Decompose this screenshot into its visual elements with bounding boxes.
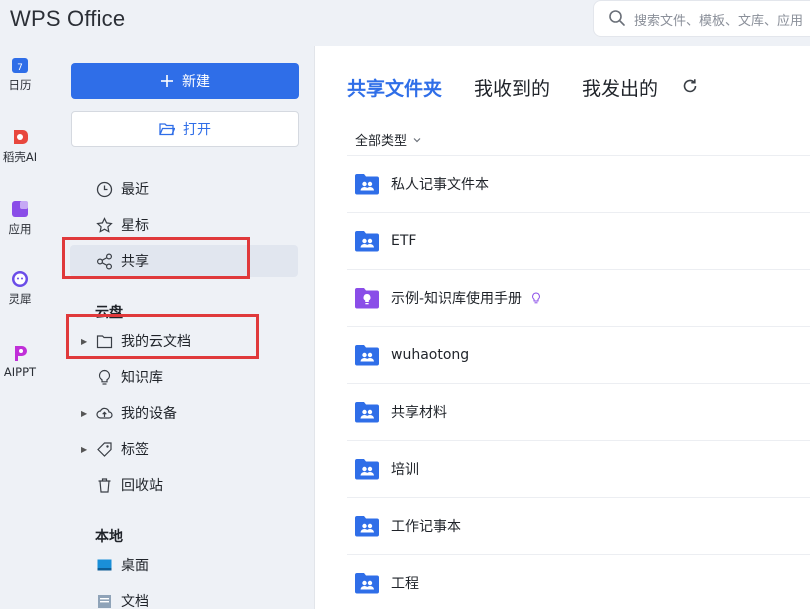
file-name: 私人记事文件本 — [391, 177, 489, 193]
new-button-label: 新建 — [182, 74, 210, 90]
nav-item-recent[interactable]: 最近 — [70, 173, 298, 205]
nav-item-label: 桌面 — [121, 558, 149, 574]
svg-text:7: 7 — [17, 63, 23, 73]
shared-folder-icon — [355, 459, 379, 480]
expand-arrow-icon[interactable]: ▶ — [81, 445, 93, 454]
calendar-icon: 7 — [12, 58, 28, 73]
nav-item-desktop[interactable]: 桌面 — [70, 549, 298, 581]
clock-icon — [96, 181, 113, 197]
new-button[interactable]: 新建 — [71, 63, 299, 99]
nav-item-label: 星标 — [121, 218, 149, 234]
docer-ai-icon — [14, 130, 28, 144]
type-filter-dropdown[interactable]: 全部类型 — [355, 130, 422, 149]
expand-arrow-icon[interactable]: ▶ — [81, 409, 93, 418]
knowledge-icon — [98, 369, 111, 385]
file-row[interactable]: 示例-知识库使用手册 — [347, 270, 810, 327]
type-filter-label: 全部类型 — [355, 134, 408, 149]
rail-label: AIPPT — [3, 365, 37, 379]
rail-label: 日历 — [8, 78, 32, 92]
nav-item-label: 最近 — [121, 182, 149, 198]
file-row[interactable]: ETF — [347, 213, 810, 270]
rail-label: 应用 — [8, 222, 32, 236]
rail-label: 灵犀 — [8, 292, 32, 306]
file-name: 培训 — [391, 462, 419, 478]
file-row[interactable]: 共享材料 — [347, 384, 810, 441]
lingxi-icon — [12, 271, 28, 287]
shared-folder-icon — [355, 516, 379, 537]
nav-item-label: 我的设备 — [121, 406, 177, 422]
file-row[interactable]: 培训 — [347, 441, 810, 498]
nav-item-my-devices[interactable]: ▶ 我的设备 — [70, 397, 298, 429]
nav-item-label: 文档 — [121, 594, 149, 609]
nav-item-documents[interactable]: 文档 — [70, 585, 298, 609]
shared-folder-icon — [355, 573, 379, 594]
shared-folder-icon — [355, 345, 379, 366]
document-icon — [98, 594, 111, 608]
nav-item-tags[interactable]: ▶ 标签 — [70, 433, 298, 465]
search-box[interactable]: 搜索文件、模板、文库、应用 — [593, 0, 810, 37]
tab-received[interactable]: 我收到的 — [474, 74, 550, 101]
rail-label: 稻壳AI — [2, 150, 38, 164]
search-icon — [609, 10, 625, 26]
knowledge-folder-icon — [355, 288, 379, 309]
nav-item-label: 标签 — [121, 442, 149, 458]
nav-item-label: 知识库 — [121, 370, 163, 386]
tab-bar: 共享文件夹 我收到的 我发出的 — [347, 74, 658, 101]
nav-item-knowledge[interactable]: 知识库 — [70, 361, 298, 393]
app-title: WPS Office — [10, 6, 126, 31]
file-name: 示例-知识库使用手册 — [391, 291, 523, 307]
knowledge-badge-icon — [532, 292, 540, 304]
file-row[interactable]: 私人记事文件本 — [347, 156, 810, 213]
app-rail: 7 日历 稻壳AI 应用 灵犀 AIPPT — [0, 46, 40, 609]
file-row[interactable]: 工程 — [347, 555, 810, 609]
chevron-down-icon — [413, 137, 421, 142]
nav-item-trash[interactable]: 回收站 — [70, 469, 298, 501]
tab-sent[interactable]: 我发出的 — [582, 74, 658, 101]
refresh-icon[interactable] — [681, 77, 699, 95]
tab-shared-folders[interactable]: 共享文件夹 — [347, 74, 442, 101]
plus-icon — [161, 75, 173, 87]
section-title-local: 本地 — [95, 529, 123, 545]
shared-folder-icon — [355, 174, 379, 195]
highlight-shared — [62, 237, 250, 279]
file-name: ETF — [391, 233, 417, 249]
file-name: 共享材料 — [391, 405, 447, 421]
file-row[interactable]: 工作记事本 — [347, 498, 810, 555]
file-row[interactable]: wuhaotong — [347, 327, 810, 384]
top-bar: WPS Office 搜索文件、模板、文库、应用 — [0, 0, 810, 46]
tag-icon — [97, 441, 112, 457]
folder-open-icon — [159, 123, 175, 136]
rail-item-aippt[interactable]: AIPPT — [0, 344, 40, 379]
nav-item-label: 回收站 — [121, 478, 163, 494]
search-input[interactable]: 搜索文件、模板、文库、应用 — [634, 10, 803, 29]
rail-item-calendar[interactable]: 7 日历 — [0, 56, 40, 93]
desktop-icon — [97, 559, 112, 570]
shared-folder-icon — [355, 402, 379, 423]
file-name: 工作记事本 — [391, 519, 461, 535]
rail-item-docer-ai[interactable]: 稻壳AI — [0, 128, 40, 165]
open-button-label: 打开 — [183, 122, 211, 138]
main-content: 共享文件夹 我收到的 我发出的 全部类型 私人记事文件本 ETF 示例-知识库使… — [315, 46, 810, 609]
rail-item-apps[interactable]: 应用 — [0, 200, 40, 237]
cloud-upload-icon — [96, 407, 113, 419]
file-name: 工程 — [391, 576, 419, 592]
shared-folder-icon — [355, 231, 379, 252]
trash-icon — [98, 477, 111, 493]
rail-item-lingxi[interactable]: 灵犀 — [0, 270, 40, 307]
aippt-icon — [15, 346, 27, 361]
open-button[interactable]: 打开 — [71, 111, 299, 147]
highlight-my-cloud-docs — [66, 314, 259, 359]
star-icon — [96, 216, 113, 233]
file-name: wuhaotong — [391, 347, 470, 363]
apps-icon — [12, 201, 28, 217]
